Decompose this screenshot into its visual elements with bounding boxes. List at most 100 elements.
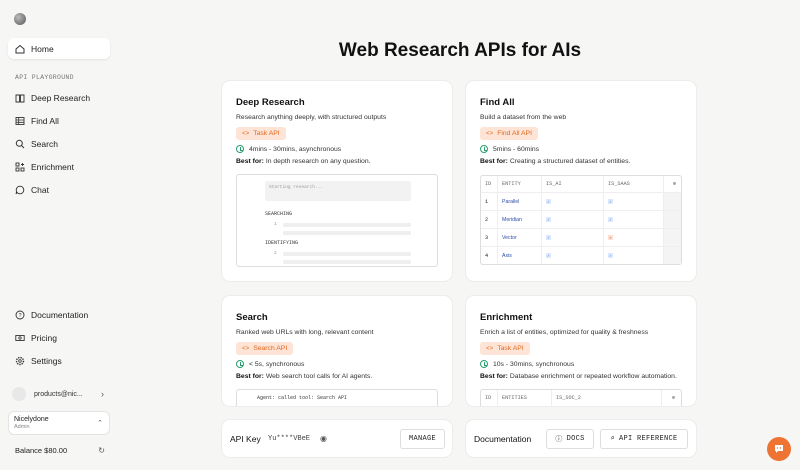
table-header: ID ENTITY IS_AI IS_SAAS ⊕ [481,176,681,192]
docs-button-label: DOCS [566,434,585,443]
avatar [12,387,26,401]
sidebar-item-documentation[interactable]: ? Documentation [8,304,110,325]
code-icon: <> [486,130,494,137]
duration-label: < 5s, synchronous [249,360,305,368]
best-for-label: Best for: [480,158,508,165]
chat-bubble-icon [775,445,783,453]
is-saas-cell: ✓ [603,247,663,264]
grid-plus-icon [14,161,25,172]
manage-button[interactable]: MANAGE [400,428,445,449]
api-key-label: API Key [230,433,261,444]
card-title: Search [236,312,268,323]
sidebar-item-home[interactable]: Home [8,38,110,59]
column-header: ENTITIES [497,390,551,406]
api-key-value[interactable]: Yu****VBeE [268,435,310,443]
entity-name: Meridian [497,211,541,228]
api-badge[interactable]: <> Task API [236,127,286,140]
org-name: Nicelydone [14,416,49,423]
card-search[interactable]: Search Ranked web URLs with long, releva… [222,296,452,406]
best-for-text: Web search tool calls for AI agents. [263,373,373,380]
empty-cell [663,247,681,264]
sidebar-item-label: Deep Research [31,92,91,103]
empty-cell [663,211,681,228]
row-id: 4 [485,252,489,259]
table-header: ID ENTITIES IS_SOC_2 ⊕ [481,390,681,406]
code-icon: <> [242,345,250,352]
sidebar-item-deep-research[interactable]: Deep Research [8,87,110,108]
duration-label: 10s - 30mins, synchronous [493,360,575,368]
help-icon: ⓘ [555,435,563,444]
page-title: Web Research APIs for AIs [338,40,582,61]
placeholder-bar [283,223,411,227]
empty-cell [663,229,681,246]
step-identifying: IDENTIFYING [265,240,299,246]
main: Web Research APIs for AIs Deep Research … [120,0,800,470]
check-icon: ✓ [608,253,613,259]
sidebar-item-label: Chat [31,184,49,195]
step-searching: SEARCHING [265,211,293,217]
enrichment-table: ID ENTITIES IS_SOC_2 ⊕ [480,389,682,406]
chat-widget-button[interactable] [767,437,791,461]
row-id: 1 [485,198,489,205]
api-key-bar: API Key Yu****VBeE ◉ MANAGE [222,420,452,457]
card-enrichment[interactable]: Enrichment Enrich a list of entities, op… [466,296,696,406]
card-find-all[interactable]: Find All Build a dataset from the web <>… [466,81,696,281]
sidebar-item-chat[interactable]: Chat [8,179,110,200]
chevron-up-icon: ⌃ [97,420,103,427]
sidebar-item-pricing[interactable]: Pricing [8,327,110,348]
sidebar-item-settings[interactable]: Settings [8,350,110,371]
gear-icon [14,355,25,366]
column-header: ID [485,181,492,187]
account-switcher[interactable]: products@nic... › [8,384,110,404]
duration-label: 5mins - 60mins [493,145,540,153]
docs-button[interactable]: ⓘ DOCS [546,428,594,449]
placeholder-bar [283,260,411,264]
api-badge[interactable]: <> Search API [236,342,294,355]
account-email: products@nic... [34,390,83,398]
column-header: ID [485,395,492,401]
best-for-label: Best for: [480,373,508,380]
empty-cell [663,193,681,210]
duration: 4mins - 30mins, asynchronous [236,145,341,153]
duration-label: 4mins - 30mins, asynchronous [249,145,342,153]
column-header: IS_SOC_2 [551,390,661,406]
api-badge[interactable]: <> Find All API [480,127,538,140]
api-reference-button-label: API REFERENCE [619,434,678,443]
card-desc: Build a dataset from the web [480,114,567,121]
logo[interactable] [14,13,26,25]
check-icon: ✓ [546,253,551,259]
sidebar-item-label: Enrichment [31,161,74,172]
chat-icon [14,184,25,195]
api-badge-label: Find All API [497,130,532,137]
best-for-label: Best for: [236,373,264,380]
sidebar-item-search[interactable]: Search [8,133,110,154]
balance: Balance $80.00 ↻ [15,446,105,455]
org-role: Admin [14,424,30,430]
best-for-label: Best for: [236,158,264,165]
refresh-icon[interactable]: ↻ [98,446,105,455]
add-column-icon[interactable]: ⊕ [663,176,681,192]
card-deep-research[interactable]: Deep Research Research anything deeply, … [222,81,452,281]
help-icon: ? [14,309,25,320]
step-number: 1 [274,222,277,227]
step-number: 2 [274,251,277,256]
is-saas-cell: ✓ [603,211,663,228]
check-icon: ✓ [546,199,551,205]
sidebar-item-label: Settings [31,355,62,366]
is-saas-cell: ✕ [603,229,663,246]
api-reference-button[interactable]: ⌕ API REFERENCE [600,428,688,449]
eye-icon[interactable]: ◉ [320,434,327,443]
sidebar-item-enrichment[interactable]: Enrichment [8,156,110,177]
preview: Agent: called tool: Search API [236,389,438,406]
api-badge[interactable]: <> Task API [480,342,530,355]
row-id: 2 [485,216,489,223]
sidebar-item-find-all[interactable]: Find All [8,110,110,131]
entity-name: Parallel [497,193,541,210]
org-switcher[interactable]: Nicelydone Admin ⌃ [8,411,110,435]
sidebar-item-label: Search [31,138,58,149]
duration: 5mins - 60mins [480,145,539,153]
table-row: 4 Axis ✓ ✓ [481,246,681,264]
preview-input: Starting research... [265,181,411,201]
add-column-icon[interactable]: ⊕ [661,390,681,406]
api-badge-label: Task API [253,130,280,137]
